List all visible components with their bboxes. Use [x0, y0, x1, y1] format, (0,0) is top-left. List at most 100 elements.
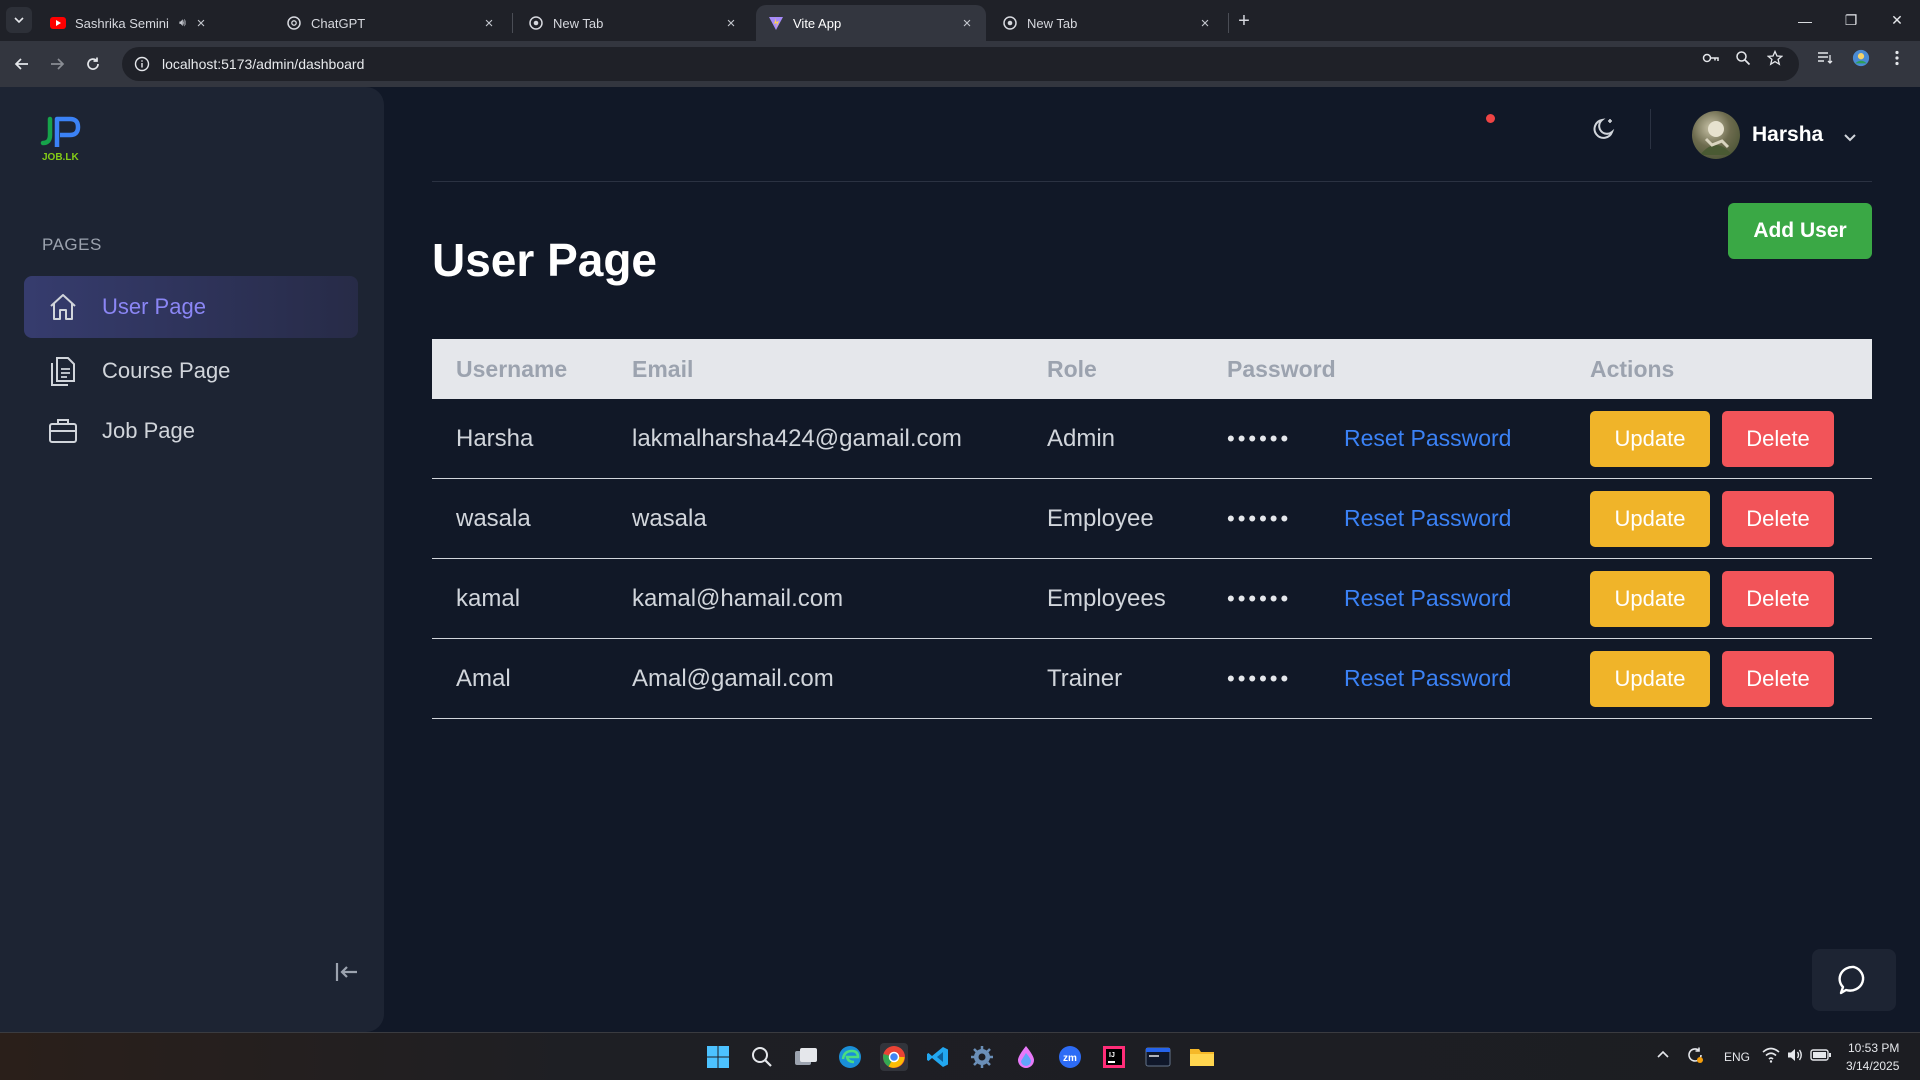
youtube-icon	[50, 15, 66, 31]
sync-icon[interactable]	[1686, 1046, 1704, 1069]
role-cell: Employee	[1047, 504, 1154, 532]
close-icon[interactable]: ×	[722, 14, 740, 32]
reset-password-link[interactable]: Reset Password	[1344, 505, 1511, 532]
color-drop-icon[interactable]	[1012, 1043, 1040, 1071]
username-cell: wasala	[456, 504, 531, 532]
zoom-app-icon[interactable]: zm	[1056, 1043, 1084, 1071]
browser-tab[interactable]: ChatGPT ×	[274, 5, 508, 41]
svg-text:zm: zm	[1063, 1053, 1077, 1064]
media-queue-icon[interactable]	[1816, 49, 1834, 67]
battery-icon[interactable]	[1810, 1048, 1832, 1067]
tab-title: Sashrika Semini | Solo Roun	[75, 15, 173, 31]
vscode-icon[interactable]	[924, 1043, 952, 1071]
language-indicator[interactable]: ENG	[1724, 1050, 1750, 1064]
tab-title: New Tab	[1027, 15, 1078, 31]
password-cell: ••••••	[1227, 505, 1292, 531]
logo[interactable]: JOB.LK	[40, 113, 84, 163]
close-icon[interactable]: ×	[1196, 14, 1214, 32]
profile-icon[interactable]	[1852, 49, 1870, 67]
update-button[interactable]: Update	[1590, 571, 1710, 627]
sidebar-item-job-page[interactable]: Job Page	[24, 400, 358, 462]
browser-tab-active[interactable]: Vite App ×	[756, 5, 986, 41]
close-window-icon[interactable]: ✕	[1874, 0, 1920, 41]
vite-icon	[768, 15, 784, 31]
role-cell: Trainer	[1047, 664, 1123, 692]
reset-password-link[interactable]: Reset Password	[1344, 585, 1511, 612]
username-cell: Amal	[456, 664, 511, 692]
table-row: wasala wasala Employee •••••• Reset Pass…	[432, 479, 1872, 559]
reset-password-link[interactable]: Reset Password	[1344, 665, 1511, 692]
browser-tab[interactable]: Sashrika Semini | Solo Roun 🔊︎ ×	[38, 5, 220, 41]
role-cell: Admin	[1047, 424, 1116, 452]
chat-bubble-icon[interactable]	[1812, 949, 1896, 1011]
add-user-button[interactable]: Add User	[1728, 203, 1872, 259]
update-button[interactable]: Update	[1590, 651, 1710, 707]
tab-search-button[interactable]	[6, 7, 32, 33]
user-name[interactable]: Harsha	[1752, 123, 1823, 147]
chevron-down-icon[interactable]	[1840, 127, 1860, 147]
search-icon[interactable]	[748, 1043, 776, 1071]
windows-start-icon[interactable]	[704, 1043, 732, 1071]
sidebar-section-label: PAGES	[42, 235, 102, 254]
delete-button[interactable]: Delete	[1722, 651, 1834, 707]
avatar[interactable]	[1692, 111, 1740, 159]
zoom-icon[interactable]	[1734, 49, 1752, 67]
column-header: Role	[1047, 355, 1097, 382]
intellij-icon[interactable]: IJ	[1100, 1043, 1128, 1071]
edge-icon[interactable]	[836, 1043, 864, 1071]
sidebar-item-user-page[interactable]: User Page	[24, 276, 358, 338]
email-cell: kamal@hamail.com	[632, 584, 844, 612]
task-view-icon[interactable]	[792, 1043, 820, 1071]
forward-icon[interactable]	[44, 51, 70, 77]
sidebar-item-course-page[interactable]: Course Page	[24, 340, 358, 402]
browser-tab[interactable]: New Tab ×	[990, 5, 1224, 41]
delete-button[interactable]: Delete	[1722, 571, 1834, 627]
update-button[interactable]: Update	[1590, 411, 1710, 467]
restore-icon[interactable]: ❐	[1828, 0, 1874, 41]
browser-tab[interactable]: New Tab ×	[516, 5, 750, 41]
clock-date[interactable]: 3/14/2025	[1846, 1059, 1899, 1073]
password-cell: ••••••	[1227, 665, 1292, 691]
back-icon[interactable]	[9, 51, 35, 77]
file-explorer-icon[interactable]	[1188, 1043, 1216, 1071]
star-bookmark-icon[interactable]	[1766, 49, 1784, 67]
close-icon[interactable]: ×	[480, 14, 498, 32]
chrome-taskbar-icon[interactable]	[880, 1043, 908, 1071]
new-tab-button[interactable]: +	[1232, 9, 1256, 33]
update-button[interactable]: Update	[1590, 491, 1710, 547]
settings-gear-icon[interactable]	[968, 1043, 996, 1071]
tab-title: New Tab	[553, 15, 604, 31]
notification-dot[interactable]	[1486, 114, 1495, 123]
svg-text:IJ: IJ	[1109, 1052, 1115, 1059]
more-menu-icon[interactable]	[1888, 49, 1906, 67]
dark-mode-toggle-icon[interactable]	[1588, 113, 1620, 145]
delete-button[interactable]: Delete	[1722, 411, 1834, 467]
chrome-icon	[1002, 15, 1018, 31]
terminal-icon[interactable]	[1144, 1043, 1172, 1071]
briefcase-icon	[46, 414, 80, 448]
table-header: Username Email Role Password Actions	[432, 339, 1872, 399]
minimize-icon[interactable]: —	[1782, 0, 1828, 41]
email-cell: wasala	[632, 504, 707, 532]
password-key-icon[interactable]	[1702, 49, 1720, 67]
table-row: Amal Amal@gamail.com Trainer •••••• Rese…	[432, 639, 1872, 719]
collapse-sidebar-icon[interactable]	[332, 957, 362, 987]
chrome-icon	[528, 15, 544, 31]
chevron-up-icon[interactable]	[1656, 1048, 1670, 1067]
table-row: Harsha lakmalharsha424@gamail.com Admin …	[432, 399, 1872, 479]
wifi-icon[interactable]	[1762, 1047, 1780, 1068]
volume-icon[interactable]	[1786, 1047, 1804, 1068]
clock-time[interactable]: 10:53 PM	[1848, 1041, 1899, 1055]
address-bar[interactable]: localhost:5173/admin/dashboard	[122, 47, 1799, 81]
os-taskbar: zm IJ ENG 10:53 PM 3/14/2025	[0, 1032, 1920, 1080]
info-icon[interactable]	[134, 56, 150, 72]
delete-button[interactable]: Delete	[1722, 491, 1834, 547]
url-text: localhost:5173/admin/dashboard	[162, 56, 365, 72]
reload-icon[interactable]	[80, 51, 106, 77]
email-cell: lakmalharsha424@gamail.com	[632, 424, 962, 452]
close-icon[interactable]: ×	[958, 14, 976, 32]
speaker-icon[interactable]: 🔊︎	[179, 17, 186, 30]
close-icon[interactable]: ×	[192, 14, 210, 32]
tab-title: Vite App	[793, 15, 842, 31]
reset-password-link[interactable]: Reset Password	[1344, 425, 1511, 452]
